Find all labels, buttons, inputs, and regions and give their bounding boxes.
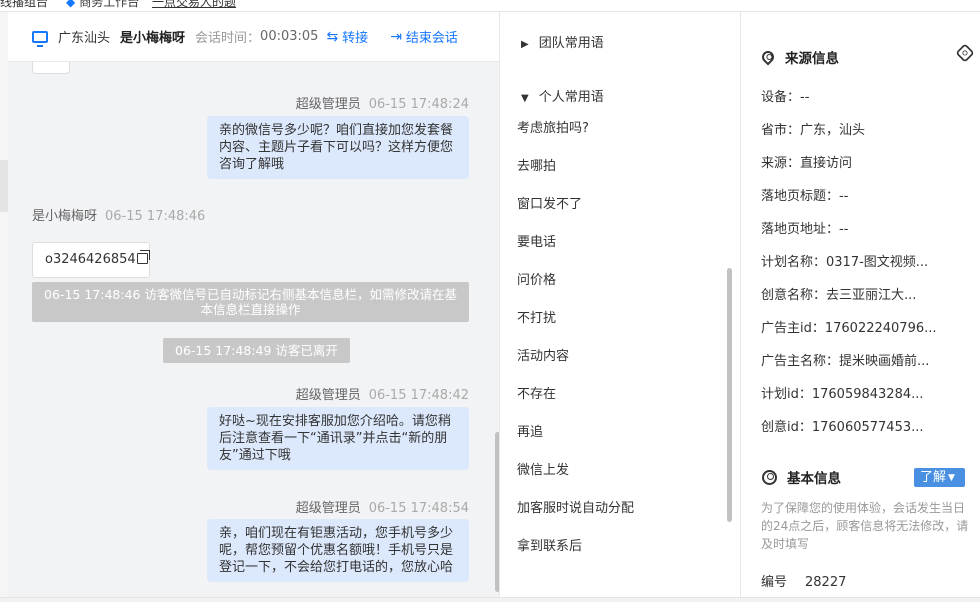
message-time: 06-15 17:48:46 [105, 209, 206, 224]
info-advertiser-name: 广告主名称：提米映画婚前... [761, 354, 930, 369]
info-advertiser-id: 广告主id：176022240796... [761, 321, 937, 336]
info-creative-name: 创意名称：去三亚丽江大... [761, 288, 917, 303]
info-source: 来源：直接访问 [761, 156, 853, 171]
agent-message-bubble: 亲的微信号多少呢？咱们直接加您发套餐内容、主题片子看下可以吗？这样方便您咨询了解… [207, 116, 469, 179]
info-plan-id: 计划id：176059843284... [761, 387, 924, 402]
diamond-icon: ◆ [66, 0, 76, 9]
info-landing-url: 落地页地址：-- [761, 222, 849, 237]
agent-message-bubble: 好哒~现在安排客服加您介绍哈。请您稍后注意查看一下“通讯录”并点击“新的朋友”通… [207, 407, 469, 470]
team-phrases-group[interactable]: ▶ 团队常用语 [521, 32, 604, 51]
phrase-item[interactable]: 拿到联系后 [517, 535, 582, 554]
sender-name: 超级管理员 [295, 388, 361, 403]
phrase-item[interactable]: 考虑旅拍吗? [517, 117, 589, 136]
phrase-item[interactable]: 去哪拍 [517, 155, 556, 174]
bottom-edge [0, 597, 980, 602]
visitor-wechat-message: o3246426854 [32, 242, 150, 278]
phrase-item[interactable]: 不打扰 [517, 307, 556, 326]
top-tab-2[interactable]: ◆ 商务工作台 [66, 0, 139, 10]
copy-icon[interactable] [136, 250, 150, 264]
message-time: 06-15 17:48:24 [368, 97, 469, 112]
location-pin-icon [759, 48, 777, 66]
info-landing-title: 落地页标题：-- [761, 189, 849, 204]
transfer-button[interactable]: ⇆ 转接 [326, 27, 368, 47]
left-edge [0, 12, 8, 602]
phrase-item[interactable]: 微信上发 [517, 459, 569, 478]
phrase-item[interactable]: 问价格 [517, 269, 556, 288]
sender-name: 超级管理员 [295, 97, 361, 112]
end-session-button[interactable]: ⇥ 结束会话 [390, 27, 458, 47]
message-time: 06-15 17:48:54 [368, 501, 469, 516]
caret-down-icon: ▼ [948, 473, 955, 483]
common-phrases-panel: ▶ 团队常用语 ▼ 个人常用语 考虑旅拍吗? 去哪拍 窗口发不了 要电话 问价格 不… [501, 12, 741, 602]
info-device: 设备：-- [761, 90, 810, 105]
visitor-code-row: 编号 28227 [761, 571, 846, 590]
app-root: 线播组台 ◆ 商务工作台 一点交易人的题 广东汕头 是小梅梅呀 会话时间： 00:… [0, 0, 980, 602]
system-notice-left: 06-15 17:48:49 访客已离开 [163, 338, 350, 363]
settings-icon[interactable] [955, 43, 975, 63]
visitor-location: 广东汕头 [58, 31, 111, 46]
visitor-name: 是小梅梅呀 [120, 31, 186, 46]
visitor-info-panel: 来源信息 设备：-- 省市：广东，汕头 来源：直接访问 落地页标题：-- 落地页… [742, 12, 980, 602]
phrase-item[interactable]: 不存在 [517, 383, 556, 402]
chat-scrollbar[interactable] [495, 432, 499, 592]
personal-phrases-group[interactable]: ▼ 个人常用语 [521, 86, 604, 105]
message-meta: 超级管理员 06-15 17:48:42 [296, 384, 469, 403]
message-meta: 超级管理员 06-15 17:48:24 [296, 93, 469, 112]
top-tab-1[interactable]: 线播组台 [0, 0, 48, 10]
caret-right-icon: ▶ [521, 39, 529, 50]
code-label: 编号 [761, 575, 788, 590]
phrase-item[interactable]: 活动内容 [517, 345, 569, 364]
exit-icon: ⇥ [390, 28, 402, 45]
source-info-title: 来源信息 [759, 47, 839, 67]
session-time-label: 会话时间： [195, 31, 261, 46]
message-time: 06-15 17:48:42 [368, 388, 469, 403]
phrase-item[interactable]: 加客服时说自动分配 [517, 497, 634, 516]
basic-info-title: 基本信息 [762, 467, 841, 487]
top-tab-3[interactable]: 一点交易人的题 [152, 0, 236, 10]
edit-notice: 为了保障您的使用体验，会话发生当日的24点之后，顾客信息将无法修改，请及时填写 [761, 501, 969, 551]
sender-name: 超级管理员 [295, 501, 361, 516]
message-meta: 是小梅梅呀 06-15 17:48:46 [32, 205, 205, 224]
message-meta: 超级管理员 06-15 17:48:54 [296, 497, 469, 516]
wechat-id-text: o3246426854 [45, 252, 136, 267]
chat-panel: 广东汕头 是小梅梅呀 会话时间： 00:03:05 ⇆ 转接 ⇥ 结束会话 超级管理… [8, 12, 500, 602]
left-edge-handle[interactable] [0, 160, 8, 212]
user-icon [762, 469, 777, 485]
phrase-item[interactable]: 窗口发不了 [517, 193, 582, 212]
code-value: 28227 [805, 575, 847, 590]
understand-dropdown[interactable]: 了解 ▼ [914, 468, 965, 487]
previous-message-stub [32, 62, 70, 74]
phrase-item[interactable]: 要电话 [517, 231, 556, 250]
phrase-item[interactable]: 再追 [517, 421, 543, 440]
info-creative-id: 创意id：176060577453... [761, 420, 924, 435]
info-province: 省市：广东，汕头 [761, 123, 866, 138]
chat-header: 广东汕头 是小梅梅呀 会话时间： 00:03:05 ⇆ 转接 ⇥ 结束会话 [8, 12, 499, 62]
system-notice: 06-15 17:48:46 访客微信号已自动标记右侧基本信息栏，如需修改请在基… [32, 282, 469, 322]
top-tab-strip: 线播组台 ◆ 商务工作台 一点交易人的题 [0, 0, 980, 12]
monitor-icon [32, 30, 48, 47]
sender-name: 是小梅梅呀 [32, 209, 98, 224]
session-time-value: 00:03:05 [260, 29, 319, 44]
caret-down-icon: ▼ [521, 93, 529, 104]
transfer-icon: ⇆ [326, 28, 339, 45]
phrases-scrollbar[interactable] [727, 268, 732, 522]
agent-message-bubble: 亲，咱们现在有钜惠活动，您手机号多少呢，帮您预留个优惠名额哦！手机号只是登记一下… [207, 519, 469, 582]
chat-messages[interactable]: 超级管理员 06-15 17:48:24 亲的微信号多少呢？咱们直接加您发套餐内容… [8, 62, 499, 602]
info-plan-name: 计划名称：0317-图文视频... [761, 255, 929, 270]
